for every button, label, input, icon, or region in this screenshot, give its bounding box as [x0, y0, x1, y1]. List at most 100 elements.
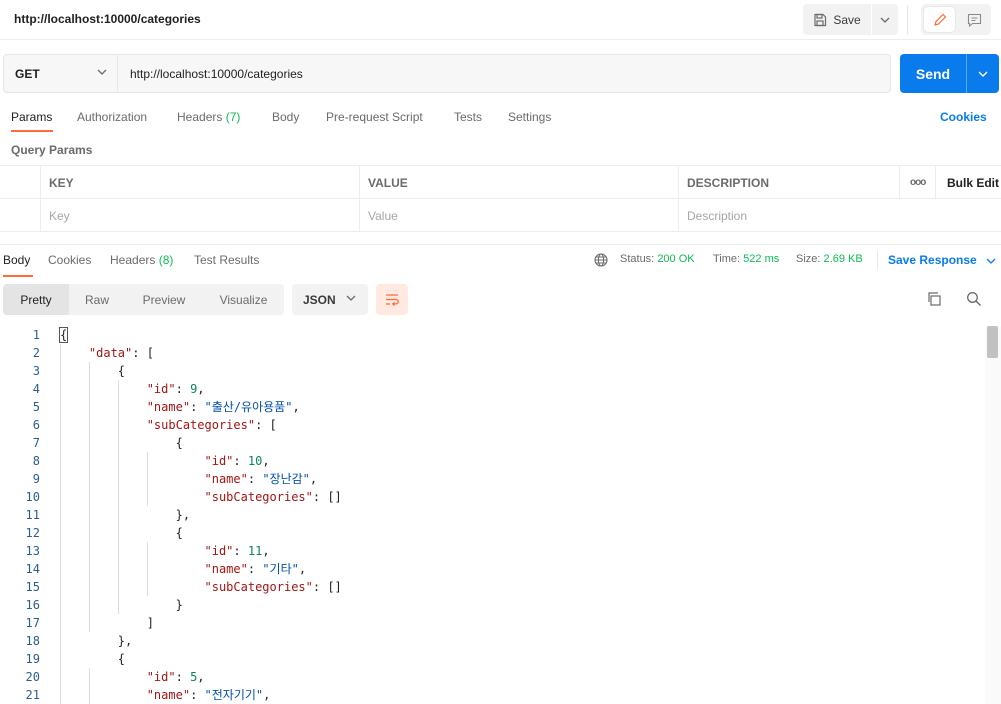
scrollbar[interactable] — [985, 326, 1001, 704]
send-label: Send — [915, 65, 951, 82]
code-line: 6 "subCategories": [ — [0, 416, 985, 434]
line-number: 14 — [25, 562, 40, 576]
value-placeholder: Value — [368, 208, 398, 223]
table-header-row: KEY VALUE DESCRIPTION ooo Bulk Edit — [0, 166, 1001, 199]
key-input[interactable]: Key — [40, 199, 359, 232]
query-params-table: KEY VALUE DESCRIPTION ooo Bulk Edit Key … — [0, 165, 1001, 232]
response-body-editor[interactable]: 1{2 "data": [3 {4 "id": 9, 5 "name": "출산/… — [0, 326, 985, 704]
code-line: 9 "name": "장난감", — [0, 470, 985, 488]
description-header-label: DESCRIPTION — [687, 175, 770, 190]
raw-button[interactable]: Raw — [69, 284, 125, 315]
line-number: 20 — [25, 670, 40, 684]
request-title[interactable]: http://localhost:10000/categories — [14, 12, 201, 26]
code-text: "id": 5, — [146, 670, 205, 684]
code-line: 3 { — [0, 362, 985, 380]
active-response-tab-indicator — [3, 275, 33, 277]
code-line: 21 "name": "전자기기", — [0, 686, 985, 704]
request-tabs: Params Authorization Headers (7) Body Pr… — [0, 104, 1001, 134]
code-line: 8 "id": 10, — [0, 452, 985, 470]
code-line: 18 }, — [0, 632, 985, 650]
code-text: { — [60, 364, 126, 378]
tab-tests[interactable]: Tests — [454, 110, 482, 124]
search-icon[interactable] — [966, 291, 982, 307]
active-tab-indicator — [11, 130, 53, 132]
tab-response-cookies[interactable]: Cookies — [48, 253, 91, 267]
status-info[interactable]: Status: 200 OK — [620, 253, 695, 265]
cookies-link[interactable]: Cookies — [940, 110, 987, 124]
mode-toggle — [921, 4, 991, 35]
code-text: "name": "장난감", — [204, 472, 318, 486]
edit-mode-button[interactable] — [924, 7, 955, 32]
code-text: "id": 11, — [204, 544, 270, 558]
code-text: ] — [60, 616, 154, 630]
code-line: 5 "name": "출산/유아용품", — [0, 398, 985, 416]
chevron-down-icon — [978, 71, 988, 77]
code-text: "subCategories": [] — [204, 580, 342, 594]
code-line: 15 "subCategories": [] — [0, 578, 985, 596]
indent-guide — [88, 668, 90, 704]
size-info[interactable]: Size: 2.69 KB — [796, 253, 863, 265]
response-tabs: Body Cookies Headers (8) Test Results St… — [0, 244, 1001, 277]
code-text: { — [60, 652, 126, 666]
line-number: 2 — [32, 346, 40, 360]
copy-icon[interactable] — [926, 291, 942, 307]
tab-response-headers[interactable]: Headers (8) — [110, 253, 173, 267]
tab-body[interactable]: Body — [272, 110, 299, 124]
globe-icon[interactable] — [594, 253, 608, 267]
response-headers-label: Headers — [110, 253, 156, 267]
comments-mode-button[interactable] — [959, 7, 990, 32]
key-placeholder: Key — [49, 208, 70, 223]
code-line: 4 "id": 9, — [0, 380, 985, 398]
bulk-edit-button[interactable]: Bulk Edit — [935, 166, 1001, 199]
save-response-label: Save Response — [888, 253, 977, 267]
scrollbar-thumb[interactable] — [987, 326, 998, 358]
code-text: "name": "출산/유아용품", — [146, 400, 300, 414]
save-options-button[interactable] — [872, 4, 898, 35]
code-line: 1{ — [0, 326, 985, 344]
value-input[interactable]: Value — [359, 199, 678, 232]
description-placeholder: Description — [687, 208, 748, 223]
method-select[interactable]: GET — [3, 54, 118, 93]
line-number: 19 — [25, 652, 40, 666]
save-label: Save — [833, 12, 861, 27]
wrap-lines-button[interactable] — [376, 284, 408, 315]
time-info[interactable]: Time: 522 ms — [713, 253, 779, 265]
line-number: 8 — [32, 454, 40, 468]
tab-headers[interactable]: Headers (7) — [177, 110, 240, 124]
line-number: 18 — [25, 634, 40, 648]
tab-params[interactable]: Params — [11, 110, 52, 124]
code-text: }, — [60, 634, 133, 648]
send-options-button[interactable] — [967, 54, 999, 93]
code-text: { — [58, 327, 69, 343]
save-button[interactable]: Save — [803, 4, 871, 35]
size-label: Size: — [796, 253, 821, 265]
line-number: 11 — [25, 508, 40, 522]
headers-count: (7) — [225, 110, 241, 124]
tab-prerequest-script[interactable]: Pre-request Script — [326, 110, 423, 124]
code-text: "subCategories": [ — [146, 418, 277, 432]
pretty-button[interactable]: Pretty — [3, 284, 69, 315]
tab-response-body[interactable]: Body — [3, 253, 30, 267]
tab-authorization[interactable]: Authorization — [77, 110, 147, 124]
visualize-button[interactable]: Visualize — [203, 284, 284, 315]
line-number: 13 — [25, 544, 40, 558]
value-header-label: VALUE — [368, 175, 408, 190]
more-options-button[interactable]: ooo — [899, 166, 935, 199]
status-label: Status: — [620, 253, 655, 265]
tab-settings[interactable]: Settings — [508, 110, 551, 124]
line-number: 9 — [32, 472, 40, 486]
send-button[interactable]: Send — [900, 54, 999, 93]
code-text: "subCategories": [] — [204, 490, 342, 504]
code-line: 12 { — [0, 524, 985, 542]
line-number: 4 — [32, 382, 40, 396]
wrap-icon — [386, 293, 399, 306]
url-input[interactable] — [118, 54, 891, 93]
divider — [877, 251, 878, 269]
format-select[interactable]: JSON — [292, 284, 368, 315]
line-number: 3 — [32, 364, 40, 378]
preview-button[interactable]: Preview — [125, 284, 203, 315]
comment-icon — [967, 13, 982, 27]
tab-test-results[interactable]: Test Results — [194, 253, 259, 267]
save-response-button[interactable]: Save Response — [888, 253, 996, 267]
description-input[interactable]: Description — [678, 199, 1001, 232]
